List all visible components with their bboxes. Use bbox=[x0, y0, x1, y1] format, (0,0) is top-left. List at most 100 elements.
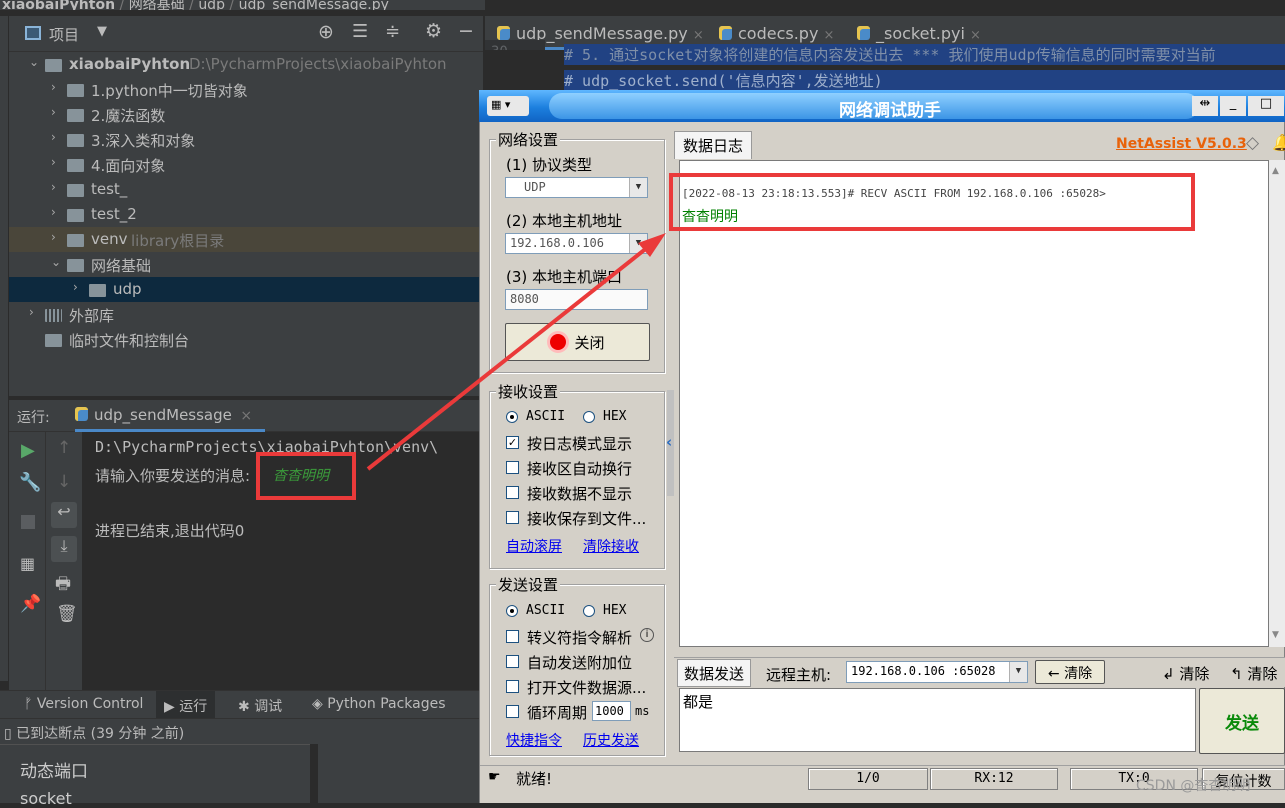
tree-arrow-icon[interactable]: › bbox=[51, 180, 56, 194]
tree-arrow-icon[interactable]: › bbox=[73, 280, 78, 294]
expand-all-icon[interactable]: ☰ bbox=[352, 21, 368, 42]
minimize-icon[interactable]: − bbox=[458, 20, 474, 42]
log-tab[interactable]: 数据日志 bbox=[674, 131, 752, 159]
pin-icon[interactable]: 📌 bbox=[20, 594, 41, 614]
breadcrumb-subfolder[interactable]: udp bbox=[198, 0, 225, 10]
tree-item[interactable]: › 2.魔法函数 bbox=[9, 102, 483, 127]
send-option-label: 打开文件数据源... bbox=[527, 679, 647, 697]
data-log[interactable]: [2022-08-13 23:18:13.553]# RECV ASCII FR… bbox=[679, 160, 1269, 647]
tree-item[interactable]: › 3.深入类和对象 bbox=[9, 127, 483, 152]
python-stub-icon bbox=[857, 26, 870, 40]
tree-item[interactable]: › 1.python中一切皆对象 bbox=[9, 77, 483, 102]
run-tab[interactable]: udp_sendMessage × bbox=[75, 400, 265, 432]
send-textarea[interactable]: 都是 bbox=[679, 688, 1196, 752]
remote-host-select[interactable]: 192.168.0.106 :65028 ▼ bbox=[846, 661, 1028, 683]
auto-append-checkbox[interactable] bbox=[506, 655, 519, 668]
scroll-up-icon[interactable]: ▲ bbox=[1272, 166, 1279, 176]
tree-arrow-icon[interactable]: › bbox=[29, 305, 34, 319]
breadcrumb-project[interactable]: xiaobaiPyhton bbox=[2, 0, 115, 10]
annotation-arrow bbox=[366, 233, 666, 471]
clear-recv-link[interactable]: 清除接收 bbox=[583, 536, 639, 556]
clear-send-button[interactable]: ↲ 清除 bbox=[1162, 663, 1209, 684]
tree-arrow-icon[interactable]: ⌄ bbox=[29, 55, 39, 69]
breadcrumb-file[interactable]: udp_sendMessage.py bbox=[239, 0, 389, 10]
protocol-select[interactable]: UDP ▼ bbox=[505, 177, 648, 198]
gear-icon[interactable]: ⚙ bbox=[425, 20, 442, 42]
cycle-input[interactable]: 1000 bbox=[592, 701, 631, 721]
tree-item-label: xiaobaiPyhton bbox=[69, 55, 191, 73]
run-tool-tab[interactable]: ▶ 运行 bbox=[156, 691, 216, 719]
breadcrumb-folder[interactable]: 网络基础 bbox=[129, 0, 185, 10]
stop-icon[interactable] bbox=[21, 515, 35, 529]
escape-parse-checkbox[interactable] bbox=[506, 630, 519, 643]
arrow-up-icon[interactable]: ↑ bbox=[57, 438, 71, 458]
send-ascii-radio[interactable] bbox=[506, 605, 518, 617]
tree-arrow-icon[interactable]: › bbox=[51, 205, 56, 219]
tree-arrow-icon[interactable]: ⌄ bbox=[51, 255, 61, 269]
close-icon[interactable]: × bbox=[693, 28, 704, 43]
app-menu-icon[interactable]: ▦ ▾ bbox=[487, 96, 529, 116]
send-tab[interactable]: 数据发送 bbox=[677, 659, 751, 687]
tree-arrow-icon[interactable]: › bbox=[51, 130, 56, 144]
layout-icon[interactable]: ▦ bbox=[20, 554, 35, 573]
info-icon[interactable]: i bbox=[640, 628, 654, 642]
branch-icon: ᚠ bbox=[24, 696, 33, 712]
project-panel-title[interactable]: 项目 bbox=[49, 24, 79, 45]
shortcut-command-link[interactable]: 快捷指令 bbox=[506, 730, 562, 750]
version-control-tab[interactable]: ᚠ Version Control bbox=[24, 696, 143, 712]
library-icon bbox=[45, 309, 62, 322]
tree-item[interactable]: › test_2 bbox=[9, 202, 483, 227]
send-hex-radio[interactable] bbox=[583, 605, 595, 617]
tree-item[interactable]: ⌄ xiaobaiPyhton D:\PycharmProjects\xiaobai… bbox=[9, 52, 483, 77]
clear-all-button[interactable]: ↰ 清除 bbox=[1230, 663, 1277, 684]
tree-arrow-icon[interactable]: › bbox=[51, 80, 56, 94]
send-text-value: 都是 bbox=[683, 693, 714, 711]
log-scrollbar[interactable]: ▲ ▼ bbox=[1269, 160, 1285, 647]
folder-icon bbox=[67, 109, 84, 122]
popup-item[interactable]: 动态端口 bbox=[20, 757, 88, 782]
rerun-icon[interactable]: ▶ bbox=[21, 440, 35, 461]
scroll-down-icon[interactable]: ▼ bbox=[1272, 630, 1279, 640]
tab-label: codecs.py bbox=[738, 24, 819, 43]
clear-remote-button[interactable]: ← 清除 bbox=[1035, 660, 1105, 684]
tree-arrow-icon[interactable]: › bbox=[51, 155, 56, 169]
brand-link[interactable]: NetAssist V5.0.3 bbox=[1116, 136, 1247, 152]
send-history-link[interactable]: 历史发送 bbox=[583, 730, 639, 750]
locate-icon[interactable]: ⊕ bbox=[318, 21, 334, 43]
chevron-down-icon[interactable]: ▼ bbox=[1009, 662, 1027, 682]
wrench-icon[interactable]: 🔧 bbox=[19, 472, 41, 493]
highlight-log-entry bbox=[669, 173, 1195, 231]
maximize-window-icon[interactable]: □ bbox=[1248, 96, 1284, 116]
tree-arrow-icon[interactable]: › bbox=[51, 105, 56, 119]
popup-item[interactable]: socket bbox=[20, 789, 72, 808]
diamond-icon[interactable]: ◇ bbox=[1246, 133, 1259, 153]
recv-hide-checkbox[interactable] bbox=[506, 486, 519, 499]
chevron-down-icon[interactable]: ▼ bbox=[97, 24, 107, 39]
file-source-checkbox[interactable] bbox=[506, 680, 519, 693]
soft-wrap-icon[interactable]: ↩ bbox=[51, 502, 77, 528]
close-icon[interactable]: × bbox=[824, 28, 835, 43]
code-line: # 5. 通过socket对象将创建的信息内容发送出去 *** 我们使用udp传… bbox=[564, 44, 1285, 65]
trash-icon[interactable]: 🗑 bbox=[56, 604, 78, 624]
autoscroll-link[interactable]: 自动滚屏 bbox=[506, 536, 562, 556]
tree-item[interactable]: › test_ bbox=[9, 177, 483, 202]
tree-arrow-icon[interactable]: › bbox=[51, 230, 56, 244]
project-view-icon bbox=[25, 26, 41, 40]
chevron-down-icon[interactable]: ▼ bbox=[629, 178, 647, 197]
pin-window-icon[interactable]: ⇹ bbox=[1192, 96, 1218, 116]
debug-tab[interactable]: ✱ 调试 bbox=[238, 696, 282, 716]
tree-item[interactable]: › 4.面向对象 bbox=[9, 152, 483, 177]
recv-save-file-checkbox[interactable] bbox=[506, 511, 519, 524]
python-packages-tab[interactable]: ◈ Python Packages bbox=[312, 696, 446, 712]
close-icon[interactable]: × bbox=[240, 408, 252, 424]
scroll-to-end-icon[interactable]: ⤓ bbox=[51, 536, 77, 562]
tree-item-label: udp bbox=[113, 280, 142, 298]
minimize-window-icon[interactable]: _ bbox=[1220, 96, 1246, 116]
send-button[interactable]: 发送 bbox=[1199, 688, 1285, 754]
print-icon[interactable]: 🖶 bbox=[55, 571, 71, 600]
arrow-down-icon[interactable]: ↓ bbox=[57, 472, 71, 492]
loop-cycle-checkbox[interactable] bbox=[506, 705, 519, 718]
close-icon[interactable]: × bbox=[970, 28, 981, 43]
collapse-all-icon[interactable]: ≑ bbox=[385, 21, 400, 42]
bell-icon[interactable]: 🔔 bbox=[1272, 133, 1285, 152]
